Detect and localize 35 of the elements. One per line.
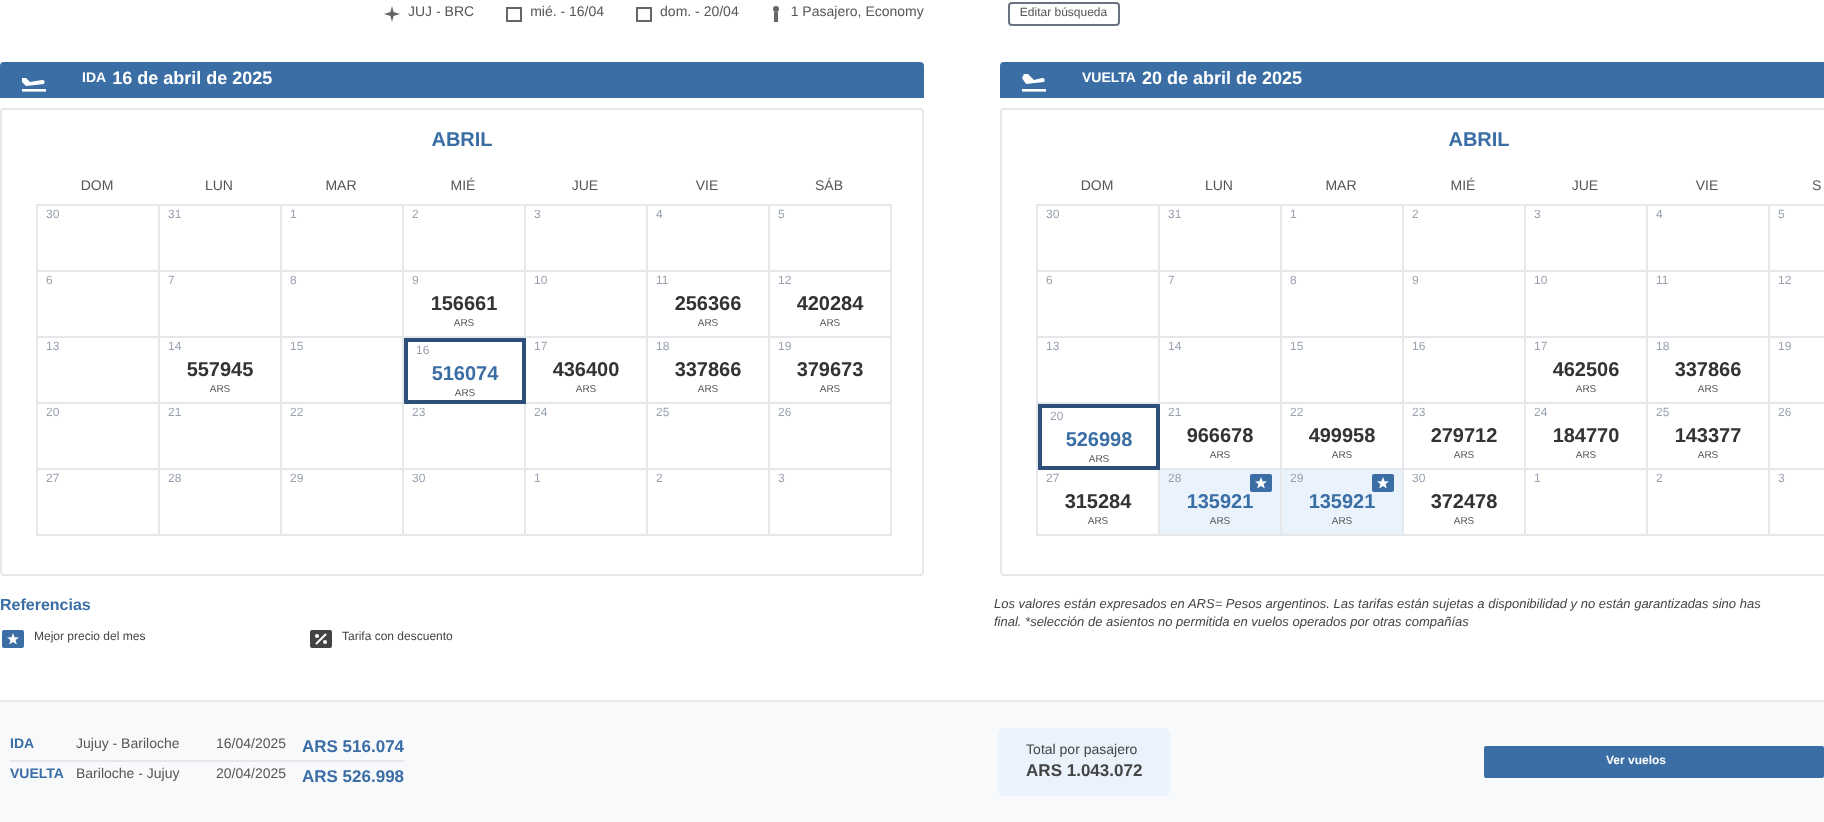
price: 337866 (674, 360, 742, 384)
price: 516074 (431, 364, 499, 388)
price: 379673 (796, 360, 864, 384)
selected-date: 16 de abril de 2025 (112, 66, 273, 93)
price: 135921 (1308, 492, 1376, 516)
price: 156661 (430, 294, 498, 318)
best-price-star-icon (1372, 474, 1394, 492)
landing-plane-icon (1020, 68, 1048, 92)
month-title: ABRIL (1446, 130, 1512, 154)
price: 966678 (1186, 426, 1254, 450)
price: 315284 (1064, 492, 1132, 516)
price: 135921 (1186, 492, 1254, 516)
price: 184770 (1552, 426, 1620, 450)
selected-date: 20 de abril de 2025 (1141, 66, 1303, 93)
price: 462506 (1552, 360, 1620, 384)
discount-tag-icon (310, 630, 332, 648)
price: 143377 (1674, 426, 1742, 450)
leg-price: ARS 516.074 (302, 733, 405, 759)
calendar-icon (506, 6, 523, 22)
month-title: ABRIL (429, 130, 495, 154)
price: 436400 (552, 360, 620, 384)
price: 420284 (796, 294, 864, 318)
price: 372478 (1430, 492, 1498, 516)
legend-title: Referencias (0, 596, 93, 616)
price: 256366 (674, 294, 742, 318)
price: 526998 (1065, 430, 1133, 454)
price: 557945 (186, 360, 254, 384)
leg-price: ARS 526.998 (302, 764, 405, 790)
price: 499958 (1308, 426, 1376, 450)
price: 279712 (1430, 426, 1498, 450)
total-price: ARS 1.043.072 (1026, 760, 1145, 782)
best-price-star-icon (1250, 474, 1272, 492)
person-icon (770, 6, 783, 22)
calendar-icon (636, 6, 653, 22)
price: 337866 (1674, 360, 1742, 384)
